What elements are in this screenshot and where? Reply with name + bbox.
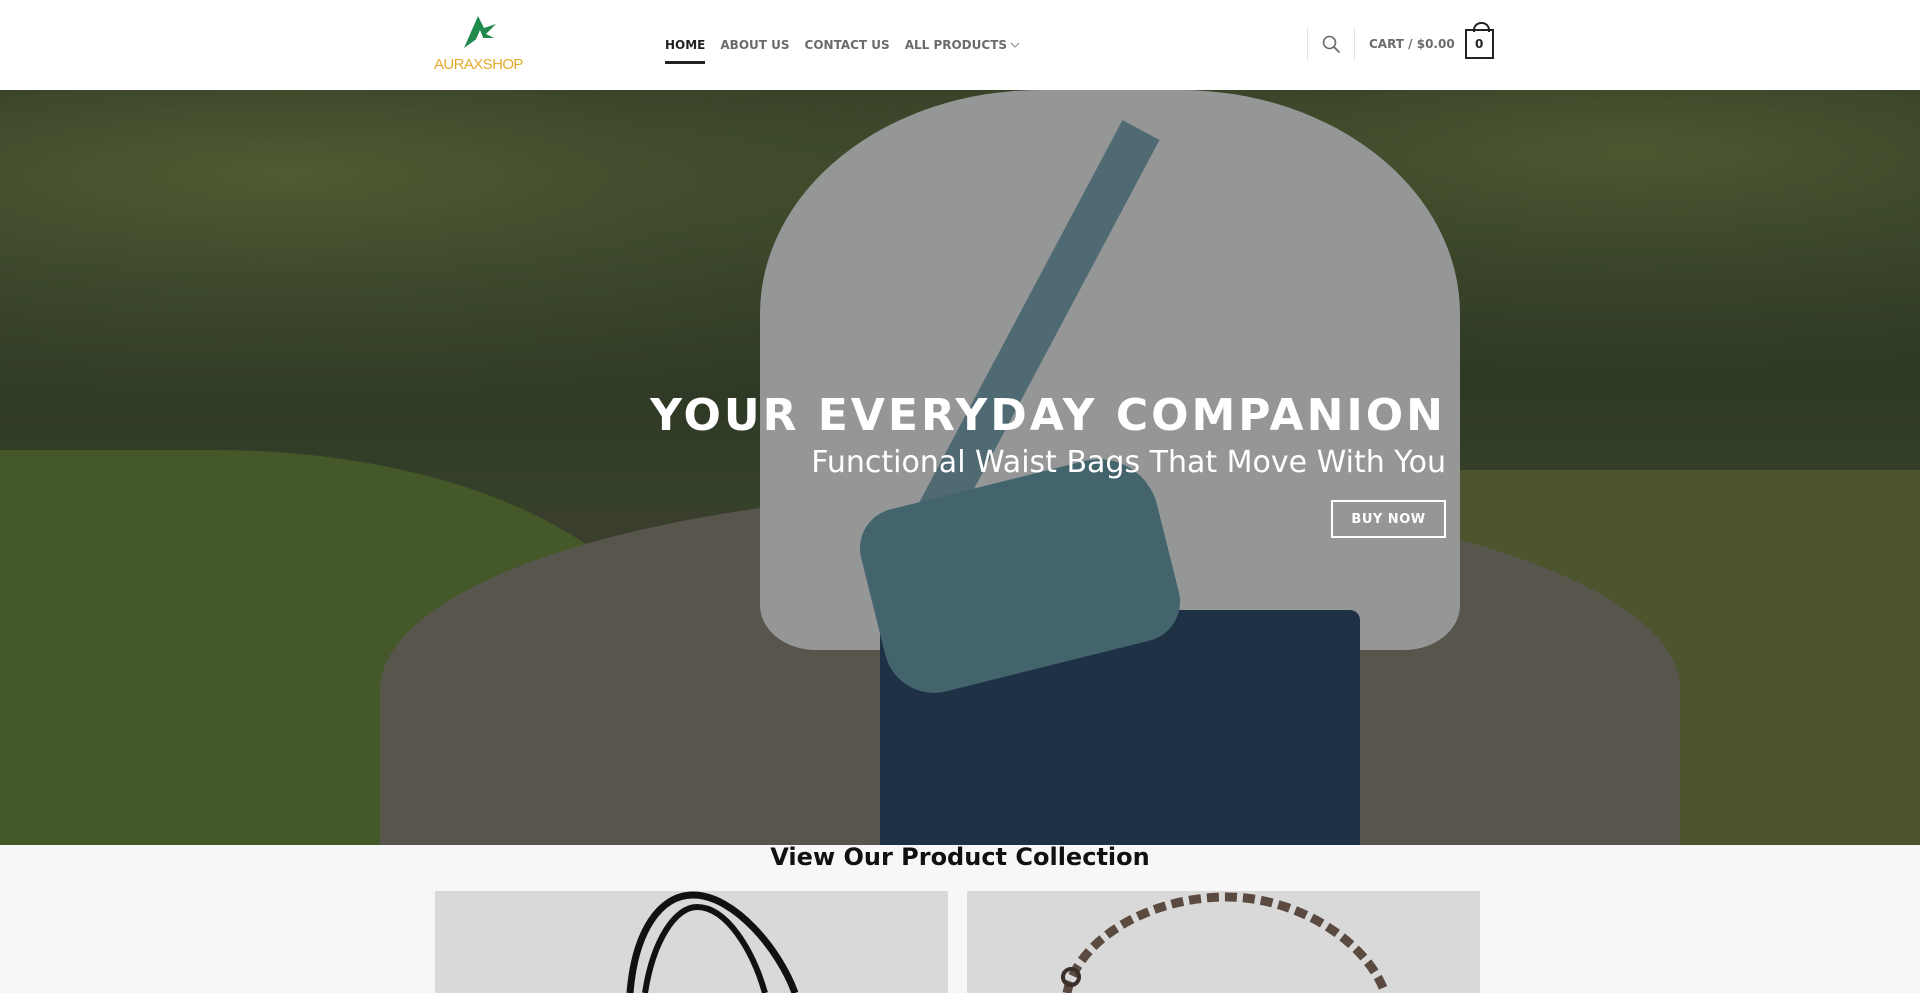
nav-item-contact-us-label: CONTACT US xyxy=(804,38,890,52)
buy-now-button[interactable]: BUY NOW xyxy=(1331,500,1446,538)
logo-text: AURAXSHOP xyxy=(434,56,523,73)
nav-item-about-us[interactable]: ABOUT US xyxy=(720,0,789,90)
nav-item-home[interactable]: HOME xyxy=(665,0,706,90)
logo-mark-icon xyxy=(464,16,496,48)
site-header: AURAXSHOP HOME ABOUT US CONTACT US ALL P… xyxy=(0,0,1920,90)
nav-item-home-label: HOME xyxy=(665,38,706,52)
cart-button[interactable]: CART / $0.00 0 xyxy=(1369,22,1494,64)
header-divider xyxy=(1354,28,1355,60)
chevron-down-icon xyxy=(1010,38,1020,52)
main-nav: HOME ABOUT US CONTACT US ALL PRODUCTS xyxy=(665,0,1035,90)
cart-count-badge: 0 xyxy=(1464,22,1494,59)
nav-item-contact-us[interactable]: CONTACT US xyxy=(805,0,890,90)
header-divider xyxy=(1307,28,1308,60)
hero-banner: YOUR EVERYDAY COMPANION Functional Waist… xyxy=(0,90,1920,845)
nav-item-all-products[interactable]: ALL PRODUCTS xyxy=(905,0,1020,90)
product-card-1[interactable] xyxy=(435,891,948,993)
site-logo[interactable]: AURAXSHOP xyxy=(432,12,528,74)
cart-label: CART / $0.00 xyxy=(1369,37,1455,51)
product-image-black-handbag xyxy=(626,891,799,993)
product-card-2[interactable] xyxy=(967,891,1480,993)
nav-item-about-us-label: ABOUT US xyxy=(720,38,790,52)
hero-subtitle: Functional Waist Bags That Move With You xyxy=(811,445,1446,480)
nav-item-all-products-label: ALL PRODUCTS xyxy=(904,38,1008,52)
product-image-tortoise-chain-bag xyxy=(1061,892,1390,993)
collection-title: View Our Product Collection xyxy=(770,843,1150,871)
search-icon[interactable] xyxy=(1321,34,1341,54)
hero-title: YOUR EVERYDAY COMPANION xyxy=(650,390,1446,441)
